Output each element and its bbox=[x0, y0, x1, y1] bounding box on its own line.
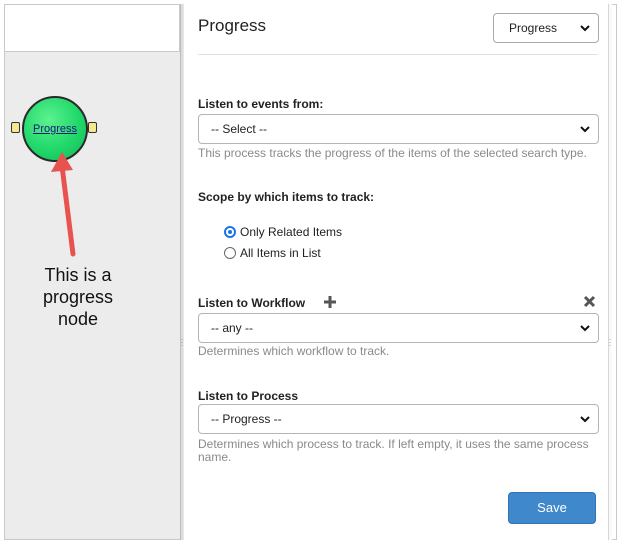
process-label: Listen to Process bbox=[198, 389, 299, 403]
node-type-select[interactable]: Progress bbox=[493, 13, 599, 43]
panel-title: Progress bbox=[198, 16, 267, 35]
process-help: Determines which process to track. If le… bbox=[198, 437, 589, 464]
output-port[interactable] bbox=[88, 122, 97, 133]
save-button[interactable]: Save bbox=[508, 492, 596, 524]
scope-label: Scope by which items to track: bbox=[198, 190, 375, 204]
chevron-down-icon bbox=[580, 25, 590, 32]
events-select-value: -- Select -- bbox=[211, 122, 268, 136]
workflow-select-value: -- any -- bbox=[211, 321, 253, 335]
annotation-line: node bbox=[57, 309, 99, 329]
chevron-down-icon bbox=[580, 325, 590, 332]
panel-edge bbox=[608, 4, 612, 540]
annotation-arrow bbox=[51, 152, 76, 257]
workflow-help: Determines which workflow to track. bbox=[198, 344, 390, 358]
events-label: Listen to events from: bbox=[198, 97, 324, 111]
annotation-line: This is a bbox=[44, 265, 112, 285]
splitter-grip-icon[interactable]: · · · bbox=[608, 336, 612, 350]
canvas-toolbar bbox=[4, 4, 180, 52]
chevron-down-icon bbox=[580, 126, 590, 133]
annotation-text: This is a progress node bbox=[18, 264, 138, 330]
radio-label[interactable]: Only Related Items bbox=[240, 225, 342, 239]
chevron-down-icon bbox=[580, 416, 590, 423]
workflow-select[interactable]: -- any -- bbox=[198, 313, 599, 343]
events-help: This process tracks the progress of the … bbox=[198, 146, 587, 160]
radio-checked-icon[interactable] bbox=[224, 226, 236, 238]
radio-label[interactable]: All Items in List bbox=[240, 246, 321, 260]
radio-all-items[interactable]: All Items in List bbox=[224, 246, 321, 260]
radio-unchecked-icon[interactable] bbox=[224, 247, 236, 259]
annotation-line: progress bbox=[42, 287, 114, 307]
radio-only-related[interactable]: Only Related Items bbox=[224, 225, 342, 239]
input-port[interactable] bbox=[11, 122, 20, 133]
node-label[interactable]: Progress bbox=[33, 123, 77, 135]
header-divider bbox=[198, 54, 598, 55]
remove-workflow-icon[interactable] bbox=[583, 295, 596, 308]
workflow-label: Listen to Workflow bbox=[198, 296, 306, 310]
node-type-value: Progress bbox=[509, 21, 558, 35]
events-select[interactable]: -- Select -- bbox=[198, 114, 599, 144]
add-workflow-icon[interactable] bbox=[322, 294, 338, 310]
process-select-value: -- Progress -- bbox=[211, 412, 282, 426]
process-select[interactable]: -- Progress -- bbox=[198, 404, 599, 434]
